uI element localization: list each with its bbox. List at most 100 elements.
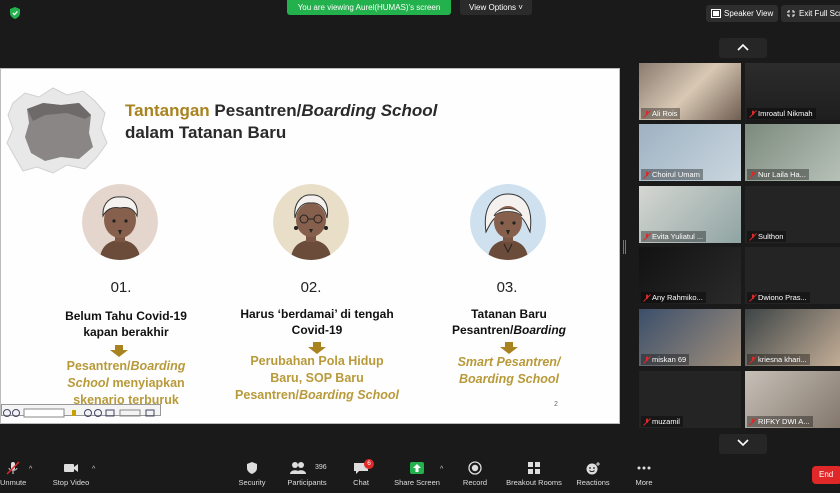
item-02-res-line2: Baru, SOP Baru [270,371,364,385]
chat-unread-badge: 6 [364,459,374,469]
chevron-down-icon [737,439,749,447]
participant-tile[interactable]: Sulthon [745,186,840,243]
participant-name-text: Ali Rois [652,109,678,118]
speaker-view-icon [711,9,721,18]
participant-tile[interactable]: Evita Yuliatul ... [639,186,741,243]
more-dots-icon [637,466,651,470]
breakout-rooms-icon [528,462,540,474]
item-number-01: 01. [110,279,132,296]
torn-paper-graphic [6,87,108,174]
participant-name-text: Sulthon [758,232,784,241]
participant-name: miskan 69 [641,354,690,365]
participant-name-text: RIFKY DWI A... [758,417,810,426]
shared-screen-slide: Tantangan Pesantren/Boarding School dala… [0,68,620,424]
avatar-boy-illustration [82,184,158,260]
reactions-smiley-icon [586,462,600,475]
breakout-rooms-button[interactable]: Breakout Rooms [505,461,563,491]
reactions-label: Reactions [576,478,610,487]
item-01-desc-line2: kapan berakhir [83,325,169,339]
item-02-desc-line1: Harus ‘berdamai’ di tengah [240,307,394,321]
participant-name: kriesna khari... [747,354,810,365]
slide-title-line2: dalam Tatanan Baru [125,123,287,142]
record-label: Record [462,478,488,487]
share-screen-icon [410,462,424,474]
exit-full-screen-button[interactable]: Exit Full Scre [781,5,840,22]
annotation-toolbar[interactable] [1,404,161,418]
record-button[interactable]: Record [461,461,489,491]
item-03-res-line2: Boarding School [459,372,559,386]
slide-title-line1: Tantangan Pesantren/Boarding School [125,101,437,121]
participant-tile[interactable]: muzamil [639,371,741,428]
stop-video-button[interactable]: Stop Video [50,461,92,491]
participant-name: Choirul Umam [641,169,703,180]
end-meeting-button[interactable]: End [812,466,840,484]
item-01-desc-line1: Belum Tahu Covid-19 [65,309,187,323]
reactions-button[interactable]: Reactions [576,461,610,491]
item-02-res-line1: Perubahan Pola Hidup [250,354,384,368]
participant-tile[interactable]: Dwiono Pras... [745,247,840,304]
muted-mic-icon [749,233,757,241]
audio-options-caret[interactable]: ^ [29,466,32,473]
participants-icon [290,462,306,474]
view-options-button[interactable]: View Options ˅ [460,0,532,15]
participants-button[interactable]: 396 Participants [284,461,330,491]
speaker-view-label: Speaker View [724,9,774,18]
participant-name-text: Dwiono Pras... [758,293,807,302]
more-label: More [635,478,653,487]
more-button[interactable]: More [632,461,656,491]
item-03-description: Tatanan Baru Pesantren/Boarding [429,306,589,338]
security-button[interactable]: Security [234,461,270,491]
speaker-view-button[interactable]: Speaker View [706,5,779,22]
stop-video-label: Stop Video [52,478,90,487]
item-02-result: Perubahan Pola Hidup Baru, SOP Baru Pesa… [217,353,417,404]
item-02-description: Harus ‘berdamai’ di tengah Covid-19 [227,306,407,338]
gallery-scroll-up-button[interactable] [719,38,767,58]
participant-name: Ali Rois [641,108,681,119]
muted-mic-icon [643,294,651,302]
security-label: Security [238,478,266,487]
participant-name-text: Choirul Umam [652,170,700,179]
participant-tile[interactable]: kriesna khari... [745,309,840,366]
shield-icon[interactable] [8,6,22,20]
panel-splitter-handle[interactable] [623,240,626,254]
slide-title-word-pesantren: Pesantren/ [214,101,302,120]
participants-label: Participants [287,478,327,487]
participant-tile[interactable]: Any Rahmiko... [639,247,741,304]
item-01-res-line1: Pesantren/Boarding [66,359,186,373]
muted-mic-icon [643,171,651,179]
chat-button[interactable]: 6 Chat [350,459,374,491]
share-options-caret[interactable]: ^ [440,466,443,473]
participant-tile[interactable]: Choirul Umam [639,124,741,181]
meeting-toolbar: Unmute ^ Stop Video ^ Security 396 Parti… [0,457,840,493]
chat-label: Chat [353,478,369,487]
share-screen-label: Share Screen [394,478,440,487]
participant-tile[interactable]: miskan 69 [639,309,741,366]
participant-name: Sulthon [747,231,787,242]
participant-name: Imroatul Nikmah [747,108,816,119]
down-arrow-icon [110,345,128,357]
muted-mic-icon [749,110,757,118]
participant-tile[interactable]: Imroatul Nikmah [745,63,840,120]
unmute-button[interactable]: Unmute [0,461,26,491]
record-icon [468,461,482,475]
item-01-res-line2: School menyiapkan [67,376,185,390]
item-03-res-line1: Smart Pesantren/ [457,355,561,369]
participant-name-text: kriesna khari... [758,355,807,364]
item-number-03: 03. [496,279,518,296]
participant-name: Nur Laila Ha... [747,169,809,180]
participant-name-text: Imroatul Nikmah [758,109,813,118]
participant-tile[interactable]: Ali Rois [639,63,741,120]
participant-name-text: miskan 69 [652,355,687,364]
slide-title-word-tantangan: Tantangan [125,101,215,120]
participant-name-text: Nur Laila Ha... [758,170,806,179]
top-bar: You are viewing Aurel(HUMAS)'s screen Vi… [0,0,840,28]
video-options-caret[interactable]: ^ [92,466,95,473]
participant-tile[interactable]: Nur Laila Ha... [745,124,840,181]
participant-tile[interactable]: RIFKY DWI A... [745,371,840,428]
muted-mic-icon [643,356,651,364]
item-01-description: Belum Tahu Covid-19 kapan berakhir [41,308,211,340]
gallery-scroll-down-button[interactable] [719,434,767,454]
participant-name: RIFKY DWI A... [747,416,813,427]
exit-full-screen-icon [787,10,795,17]
share-screen-button[interactable]: Share Screen [394,461,440,491]
